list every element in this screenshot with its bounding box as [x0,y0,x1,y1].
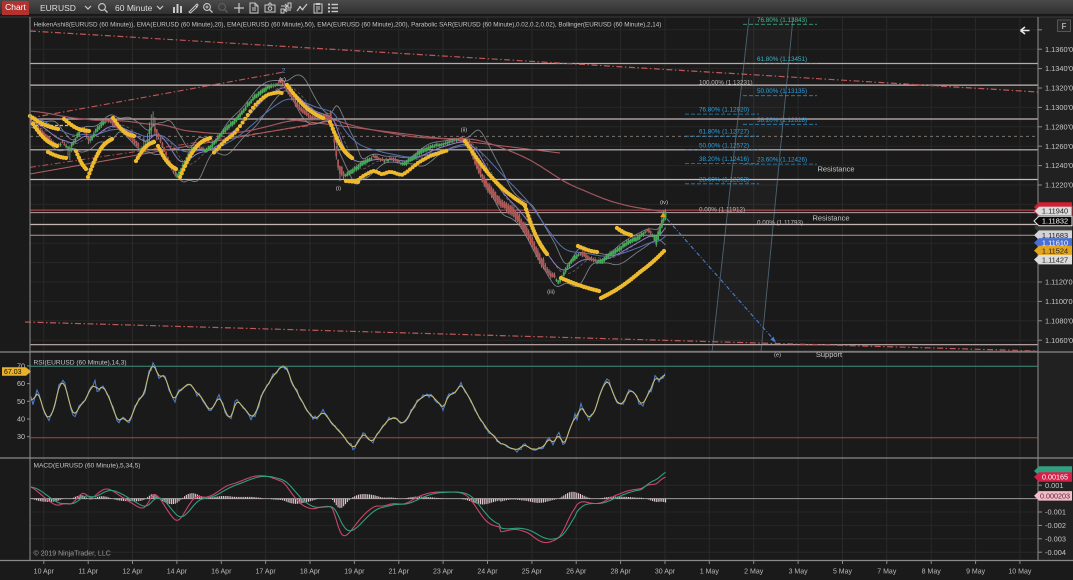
svg-text:23 Apr: 23 Apr [433,569,454,576]
svg-text:61.80% (1.12727): 61.80% (1.12727) [699,129,749,136]
svg-text:Resistance: Resistance [812,214,849,223]
svg-text:1.1340'0: 1.1340'0 [1045,64,1073,73]
svg-text:1.11427: 1.11427 [1042,255,1068,264]
svg-text:-0.002: -0.002 [1045,521,1066,530]
svg-text:-0.001: -0.001 [1045,508,1066,517]
svg-text:30: 30 [17,432,25,441]
svg-text:(c): (c) [279,77,286,83]
svg-text:9 May: 9 May [966,569,986,576]
svg-text:10 Apr: 10 Apr [34,569,55,576]
svg-text:(iv): (iv) [660,200,668,206]
svg-text:2 May: 2 May [744,569,764,576]
svg-text:0.00% (1.11912): 0.00% (1.11912) [699,207,745,214]
svg-text:67.03: 67.03 [4,369,22,376]
svg-text:7 May: 7 May [877,569,897,576]
svg-text:1.11524: 1.11524 [1042,246,1068,255]
svg-text:Resistance: Resistance [817,165,854,174]
svg-text:23.60% (1.12426): 23.60% (1.12426) [757,157,807,164]
svg-text:F: F [1062,22,1067,31]
svg-text:11 Apr: 11 Apr [78,569,98,576]
svg-text:28 Apr: 28 Apr [610,569,631,576]
svg-text:HeikenAshi8(EURUSD (60 Minute): HeikenAshi8(EURUSD (60 Minute)), EMA(EUR… [34,22,662,29]
svg-text:14 Apr: 14 Apr [167,569,188,576]
svg-text:30 Apr: 30 Apr [655,569,676,576]
svg-text:76.80% (1.13843): 76.80% (1.13843) [757,17,807,24]
svg-text:1.1320'0: 1.1320'0 [1045,84,1073,93]
svg-text:© 2019 NinjaTrader, LLC: © 2019 NinjaTrader, LLC [34,550,111,558]
svg-text:-0.003: -0.003 [1045,534,1066,543]
svg-text:MACD(EURUSD (60 Minute),5,34,5: MACD(EURUSD (60 Minute),5,34,5) [34,463,141,470]
svg-text:-0.004: -0.004 [1045,548,1066,557]
svg-text:0.00% (1.11793): 0.00% (1.11793) [757,220,803,227]
svg-text:1.1100'0: 1.1100'0 [1045,297,1073,306]
svg-text:(e): (e) [774,353,781,359]
svg-text:0.001: 0.001 [1045,481,1064,490]
svg-text:(i): (i) [336,186,341,192]
svg-text:10 May: 10 May [1008,569,1031,576]
svg-text:19 Apr: 19 Apr [344,569,365,576]
svg-text:0.000203: 0.000203 [1040,492,1070,501]
svg-text:1.11940: 1.11940 [1042,207,1068,216]
svg-text:1.1220'0: 1.1220'0 [1045,181,1073,190]
svg-text:1.1360'0: 1.1360'0 [1045,45,1073,54]
svg-text:16 Apr: 16 Apr [211,569,232,576]
svg-text:100.00% (1.13231): 100.00% (1.13231) [699,79,753,86]
svg-text:1 May: 1 May [700,569,720,576]
svg-text:21 Apr: 21 Apr [389,569,410,576]
svg-text:12 Apr: 12 Apr [122,569,143,576]
svg-text:50.00% (1.13135): 50.00% (1.13135) [757,88,807,95]
svg-text:1.1300'0: 1.1300'0 [1045,103,1073,112]
svg-text:1.1240'0: 1.1240'0 [1045,161,1073,170]
svg-text:1.1260'0: 1.1260'0 [1045,142,1073,151]
svg-text:25 Apr: 25 Apr [522,569,543,576]
svg-text:76.80% (1.12920): 76.80% (1.12920) [699,107,749,114]
svg-text:RSI(EURUSD (60 Minute),14,3): RSI(EURUSD (60 Minute),14,3) [34,360,127,367]
svg-text:24 Apr: 24 Apr [477,569,498,576]
svg-text:50.00% (1.12572): 50.00% (1.12572) [699,142,749,149]
svg-text:38.20% (1.12416): 38.20% (1.12416) [699,156,749,163]
svg-text:40: 40 [17,415,25,424]
svg-text:3 May: 3 May [789,569,809,576]
svg-text:23.60% (1.12262): 23.60% (1.12262) [699,176,749,183]
svg-text:18 Apr: 18 Apr [300,569,321,576]
svg-text:(ii): (ii) [461,128,468,134]
svg-text:0.00165: 0.00165 [1042,473,1068,482]
svg-text:2: 2 [282,68,286,75]
svg-text:1.11832: 1.11832 [1042,217,1068,226]
svg-text:50: 50 [17,397,25,406]
svg-text:61.80% (1.13451): 61.80% (1.13451) [757,56,807,63]
svg-text:8 May: 8 May [922,569,942,576]
svg-text:1.1060'0: 1.1060'0 [1045,336,1073,345]
svg-text:38.20% (1.12818): 38.20% (1.12818) [757,117,807,124]
svg-text:1.1080'0: 1.1080'0 [1045,316,1073,325]
svg-text:5 May: 5 May [833,569,853,576]
svg-text:1.1280'0: 1.1280'0 [1045,122,1073,131]
svg-text:26 Apr: 26 Apr [566,569,587,576]
svg-text:(iii): (iii) [547,290,555,296]
svg-text:1.1120'0: 1.1120'0 [1045,278,1073,287]
svg-text:17 Apr: 17 Apr [255,569,276,576]
svg-text:60: 60 [17,379,25,388]
